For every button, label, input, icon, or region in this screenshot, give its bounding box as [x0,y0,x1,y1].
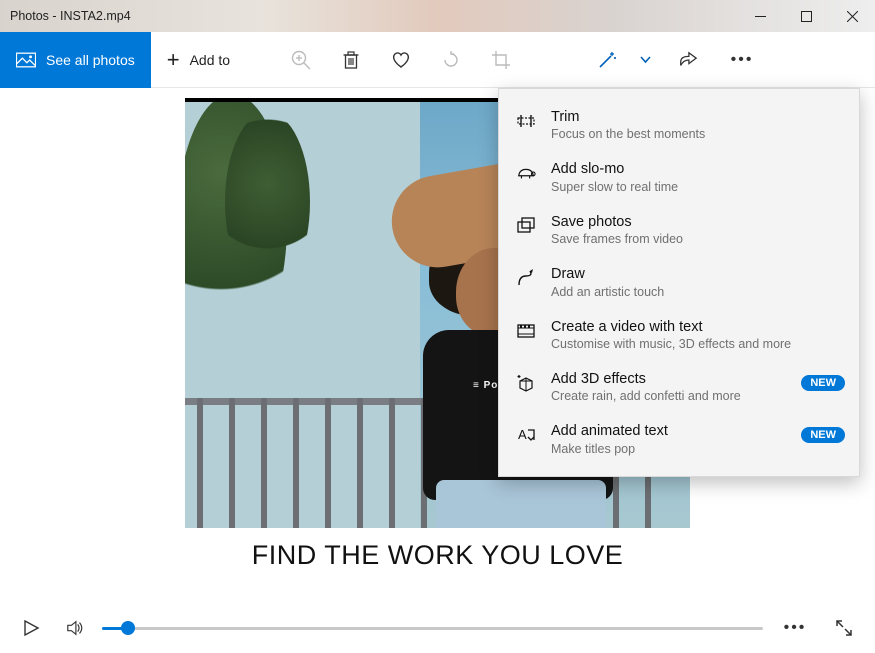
window-controls [737,0,875,32]
edit-create-button[interactable] [582,32,658,88]
animated-text-icon: A [515,423,537,445]
close-button[interactable] [829,0,875,32]
crop-icon [491,50,511,70]
new-badge: NEW [801,375,845,391]
speaker-icon [66,619,84,637]
menu-item-trim[interactable]: TrimFocus on the best moments [499,99,859,151]
minimize-button[interactable] [737,0,783,32]
plus-icon: + [167,49,180,71]
magnifier-plus-icon [291,50,311,70]
more-button[interactable]: ••• [718,32,766,88]
frames-icon [515,214,537,236]
add-to-button[interactable]: + Add to [151,49,246,71]
add-to-label: Add to [190,52,230,68]
window-title: Photos - INSTA2.mp4 [0,9,131,23]
fullscreen-button[interactable] [827,611,861,645]
share-icon [678,50,698,70]
filmstrip-icon [515,319,537,341]
delete-button[interactable] [326,32,376,88]
see-all-label: See all photos [46,52,135,68]
favorite-button[interactable] [376,32,426,88]
dots-icon: ••• [778,619,813,637]
menu-item-save-photos[interactable]: Save photosSave frames from video [499,204,859,256]
play-icon [22,619,40,637]
playback-more-button[interactable]: ••• [773,611,817,645]
draw-icon [515,266,537,288]
edit-create-chevron[interactable] [632,56,658,64]
menu-item-3d-effects[interactable]: Add 3D effectsCreate rain, add confetti … [499,361,859,413]
main-content: ≡ Polaroid FIND THE WORK YOU LOVE TrimFo… [0,88,875,603]
turtle-icon [515,161,537,183]
photo-icon [16,52,36,68]
play-button[interactable] [14,611,48,645]
share-button[interactable] [658,32,718,88]
svg-text:A: A [518,427,527,442]
new-badge: NEW [801,427,845,443]
window-titlebar: Photos - INSTA2.mp4 [0,0,875,32]
rotate-button[interactable] [426,32,476,88]
seek-slider[interactable] [102,618,763,638]
zoom-button[interactable] [276,32,326,88]
trash-icon [341,50,361,70]
menu-item-slomo[interactable]: Add slo-moSuper slow to real time [499,151,859,203]
sparkle-cube-icon [515,371,537,393]
menu-item-draw[interactable]: DrawAdd an artistic touch [499,256,859,308]
video-caption: FIND THE WORK YOU LOVE [0,540,875,571]
crop-button[interactable] [476,32,526,88]
dots-icon: ••• [725,51,760,69]
menu-item-animated-text[interactable]: A Add animated textMake titles pop NEW [499,413,859,465]
maximize-button[interactable] [783,0,829,32]
playback-bar: ••• [0,603,875,653]
toolbar: See all photos + Add to ••• [0,32,875,88]
menu-item-create-video-text[interactable]: Create a video with textCustomise with m… [499,309,859,361]
edit-create-menu: TrimFocus on the best moments Add slo-mo… [498,88,860,477]
fullscreen-icon [835,619,853,637]
magic-wand-icon [597,50,617,70]
trim-icon [515,109,537,131]
volume-button[interactable] [58,611,92,645]
chevron-down-icon [640,56,651,64]
seek-thumb[interactable] [121,621,135,635]
see-all-photos-button[interactable]: See all photos [0,32,151,88]
heart-icon [391,50,411,70]
rotate-icon [441,50,461,70]
